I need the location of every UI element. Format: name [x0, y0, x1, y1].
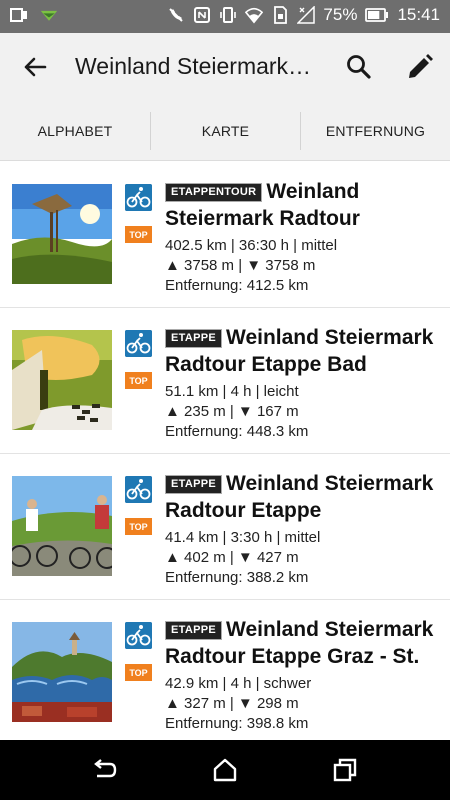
back-arrow-icon[interactable] — [20, 52, 50, 82]
tour-stats: 402.5 km | 36:30 h | mittel — [165, 237, 338, 254]
sim-icon — [274, 6, 288, 24]
tour-title: ETAPPENTOUR Weinland Steiermark Radtour — [165, 178, 445, 232]
tour-elevation: ▲ 235 m | ▼ 167 m — [165, 403, 299, 420]
tour-title: ETAPPE Weinland Steiermark Radtour Etappe — [165, 470, 445, 524]
system-nav-bar — [0, 740, 450, 800]
signal-icon — [297, 6, 316, 24]
tour-distance: Entfernung: 448.3 km — [165, 423, 309, 440]
recents-nav-icon[interactable] — [332, 758, 358, 782]
bike-icon — [125, 330, 152, 357]
back-nav-icon[interactable] — [92, 758, 118, 782]
nfc-icon — [194, 7, 211, 23]
bike-icon — [125, 184, 152, 211]
tour-type-badge: ETAPPENTOUR — [165, 183, 263, 202]
clock: 15:41 — [397, 5, 440, 24]
battery-percent: 75% — [323, 5, 358, 24]
tour-stats: 51.1 km | 4 h | leicht — [165, 383, 299, 400]
tour-elevation: ▲ 3758 m | ▼ 3758 m — [165, 257, 316, 274]
tour-thumbnail — [12, 330, 112, 430]
top-badge: TOP — [125, 664, 152, 681]
tab-bar: ALPHABET KARTE ENTFERNUNG — [0, 101, 450, 261]
tour-distance: Entfernung: 388.2 km — [165, 569, 309, 586]
vibrate-icon — [220, 7, 237, 23]
tour-info: ETAPPE Weinland Steiermark Radtour Etappe… — [165, 470, 445, 588]
mute-icon — [169, 8, 184, 22]
tab-karte[interactable]: KARTE — [151, 101, 300, 161]
bike-icon — [125, 476, 152, 503]
tour-thumbnail — [12, 622, 112, 722]
photo-notification-icon — [10, 8, 27, 22]
tour-list[interactable]: TOP ETAPPENTOUR Weinland Steiermark Radto… — [0, 162, 450, 740]
home-nav-icon[interactable] — [212, 758, 238, 782]
top-badge: TOP — [125, 372, 152, 389]
tour-type-badge: ETAPPE — [165, 329, 222, 348]
tour-stats: 42.9 km | 4 h | schwer — [165, 675, 312, 692]
tour-type-badge: ETAPPE — [165, 475, 222, 494]
top-badge: TOP — [125, 518, 152, 535]
app-bar: Weinland Steiermark… — [0, 33, 450, 101]
tour-type-badge: ETAPPE — [165, 621, 222, 640]
tab-entfernung[interactable]: ENTFERNUNG — [301, 101, 450, 161]
wifi-icon — [245, 7, 264, 24]
tour-info: ETAPPE Weinland Steiermark Radtour Etappe… — [165, 616, 445, 734]
tab-alphabet[interactable]: ALPHABET — [0, 101, 150, 161]
tour-info: ETAPPE Weinland Steiermark Radtour Etappe… — [165, 324, 445, 442]
list-item[interactable]: TOP ETAPPE Weinland Steiermark Radtour Et… — [0, 600, 450, 740]
tour-thumbnail — [12, 184, 112, 284]
bike-icon — [125, 622, 152, 649]
list-item[interactable]: TOP ETAPPENTOUR Weinland Steiermark Radto… — [0, 162, 450, 308]
edit-pencil-icon[interactable] — [405, 52, 435, 82]
search-icon[interactable] — [344, 52, 374, 82]
app-notification-icon — [40, 10, 58, 21]
tour-elevation: ▲ 327 m | ▼ 298 m — [165, 695, 299, 712]
page-title: Weinland Steiermark… — [75, 53, 312, 79]
tour-title: ETAPPE Weinland Steiermark Radtour Etappe… — [165, 324, 445, 378]
tour-stats: 41.4 km | 3:30 h | mittel — [165, 529, 321, 546]
list-item[interactable]: TOP ETAPPE Weinland Steiermark Radtour Et… — [0, 454, 450, 600]
tour-elevation: ▲ 402 m | ▼ 427 m — [165, 549, 299, 566]
tour-title: ETAPPE Weinland Steiermark Radtour Etappe… — [165, 616, 445, 670]
tour-thumbnail — [12, 476, 112, 576]
list-item[interactable]: TOP ETAPPE Weinland Steiermark Radtour Et… — [0, 308, 450, 454]
status-bar: 75% 15:41 — [0, 0, 450, 33]
tour-distance: Entfernung: 412.5 km — [165, 277, 309, 294]
top-badge: TOP — [125, 226, 152, 243]
tour-info: ETAPPENTOUR Weinland Steiermark Radtour 4… — [165, 178, 445, 296]
battery-icon — [365, 8, 389, 22]
tour-distance: Entfernung: 398.8 km — [165, 715, 309, 732]
